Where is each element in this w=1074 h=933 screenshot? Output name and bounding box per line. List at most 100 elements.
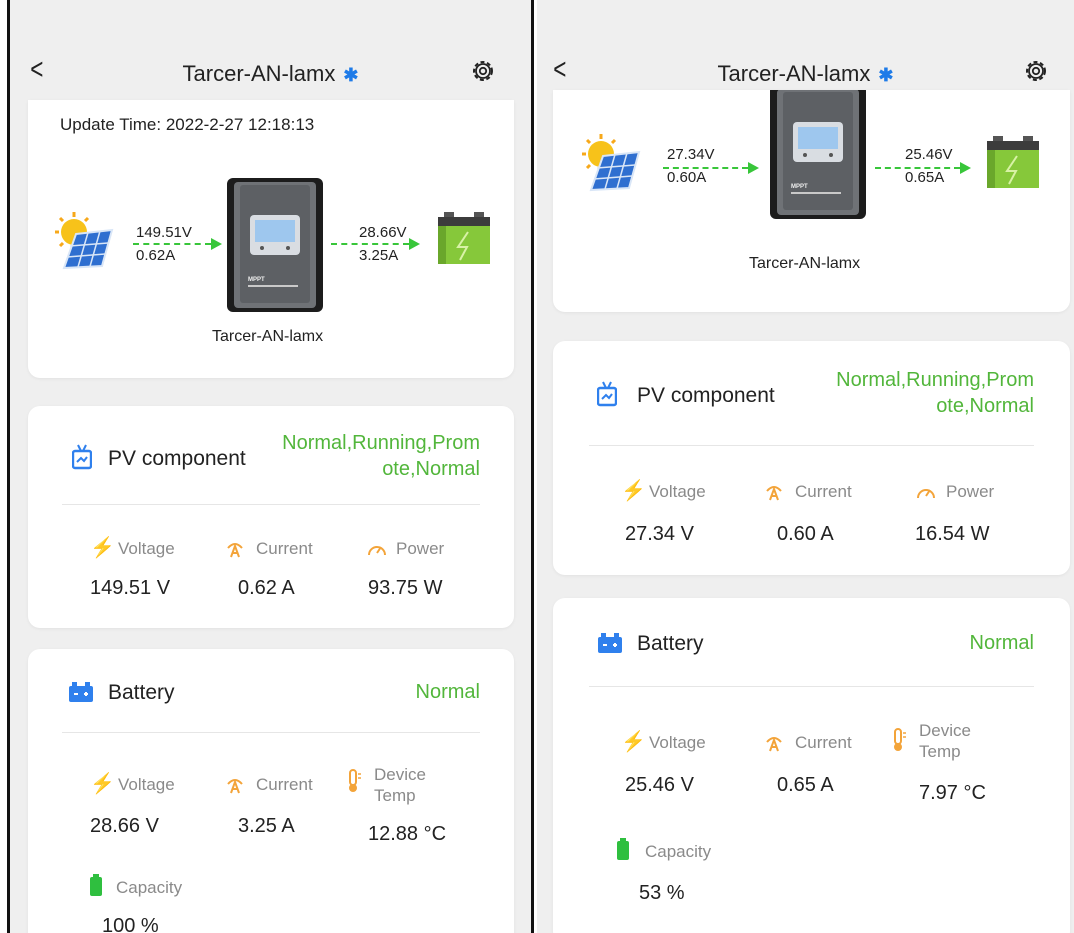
pv-current-value: 0.60 A <box>777 523 834 545</box>
pv-voltage-value: 149.51 V <box>90 577 171 599</box>
pv-status-line-2: ote,Normal <box>382 458 480 480</box>
device-temp-label-line-1: Device <box>374 765 426 784</box>
pv-separator <box>62 504 480 505</box>
current-icon <box>227 779 243 794</box>
pv-status-line-1: Normal,Running,Prom <box>836 369 1034 391</box>
pv-status-line-2: ote,Normal <box>936 395 1034 417</box>
pv-current-flow: 0.62A <box>136 247 176 264</box>
pv-status: Normal,Running,Prom ote,Normal <box>282 430 480 482</box>
pv-component-card: PV component Normal,Running,Prom ote,Nor… <box>28 406 514 628</box>
bluetooth-icon: ✱ <box>878 65 894 85</box>
capacity-label: Capacity <box>645 842 712 861</box>
battery-current-label: Current <box>256 775 313 794</box>
battery-current-value: 3.25 A <box>238 815 295 837</box>
solar-panel-icon <box>582 134 641 192</box>
pv-separator <box>589 445 1034 446</box>
device-temp-label: Device Temp <box>374 764 426 806</box>
pv-current-value: 0.62 A <box>238 577 295 599</box>
current-icon <box>766 737 782 752</box>
gear-icon[interactable] <box>1023 58 1049 84</box>
device-temp-label-line-2: Temp <box>919 742 961 761</box>
battery-flow-arrowhead <box>409 238 420 250</box>
capacity-label: Capacity <box>116 878 183 897</box>
pv-voltage-flow: 27.34V <box>667 146 715 163</box>
battery-voltage-label: Voltage <box>118 775 175 794</box>
pv-voltage-value: 27.34 V <box>625 523 694 545</box>
battery-flow-arrowhead <box>960 162 971 174</box>
lightning-icon: ⚡ <box>90 537 115 559</box>
right-phone-screen: 27.34V 0.60A MPPT Tarcer-AN-lamx 25.46V … <box>537 0 1074 933</box>
svg-text:MPPT: MPPT <box>248 277 265 283</box>
pv-current-label: Current <box>795 482 852 501</box>
update-time: Update Time: 2022-2-27 12:18:13 <box>60 115 315 134</box>
thermometer-icon <box>349 769 361 792</box>
capacity-value: 53 % <box>639 882 685 904</box>
device-temp-label-line-2: Temp <box>374 786 416 805</box>
gear-icon[interactable] <box>470 58 496 84</box>
device-title: Tarcer-AN-lamx <box>717 61 871 86</box>
device-title: Tarcer-AN-lamx <box>182 61 336 86</box>
battery-current-flow: 3.25A <box>359 247 399 264</box>
pv-voltage-flow: 149.51V <box>136 224 192 241</box>
device-temp-label: Device Temp <box>919 720 971 762</box>
pv-component-icon <box>72 444 92 470</box>
screen-divider <box>531 0 534 933</box>
lightning-icon: ⚡ <box>621 731 646 753</box>
pv-flow-arrowhead <box>211 238 222 250</box>
current-icon <box>227 543 243 558</box>
battery-card: Battery Normal ⚡ Voltage Current Device … <box>28 649 514 933</box>
battery-section-icon <box>69 682 93 702</box>
pv-current-label: Current <box>256 539 313 558</box>
mppt-controller-icon: MPPT <box>770 90 866 219</box>
pv-status: Normal,Running,Prom ote,Normal <box>836 367 1034 419</box>
controller-name: Tarcer-AN-lamx <box>212 328 324 345</box>
pv-voltage-label: Voltage <box>649 482 706 501</box>
controller-name: Tarcer-AN-lamx <box>749 255 861 272</box>
battery-icon <box>987 136 1039 188</box>
solar-panel-icon <box>55 212 114 270</box>
pv-component-title: PV component <box>637 384 775 407</box>
device-temp-value: 7.97 °C <box>919 782 986 804</box>
battery-status: Normal <box>415 681 480 703</box>
nav-title: Tarcer-AN-lamx ✱ <box>537 61 1074 87</box>
pv-component-title: PV component <box>108 447 246 470</box>
battery-icon <box>438 212 490 264</box>
battery-level-icon <box>617 838 629 860</box>
battery-current-label: Current <box>795 733 852 752</box>
svg-text:MPPT: MPPT <box>791 184 808 190</box>
energy-flow-card: Update Time: 2022-2-27 12:18:13 149.51V … <box>28 100 514 378</box>
pv-power-label: Power <box>396 539 445 558</box>
battery-separator <box>62 732 480 733</box>
current-icon <box>766 486 782 501</box>
left-phone-screen: < Tarcer-AN-lamx ✱ Update Time: 2022-2-27… <box>10 0 531 933</box>
nav-title: Tarcer-AN-lamx ✱ <box>10 61 531 87</box>
battery-voltage-value: 28.66 V <box>90 815 159 837</box>
lightning-icon: ⚡ <box>621 480 646 502</box>
battery-title: Battery <box>108 681 175 704</box>
pv-voltage-label: Voltage <box>118 539 175 558</box>
pv-component-icon <box>597 381 617 407</box>
gauge-icon <box>917 489 935 499</box>
pv-component-card: PV component Normal,Running,Prom ote,Nor… <box>553 341 1070 575</box>
energy-flow-card: 27.34V 0.60A MPPT Tarcer-AN-lamx 25.46V … <box>553 90 1070 312</box>
battery-voltage-flow: 25.46V <box>905 146 953 163</box>
battery-voltage-label: Voltage <box>649 733 706 752</box>
device-temp-label-line-1: Device <box>919 721 971 740</box>
thermometer-icon <box>894 728 906 751</box>
mppt-controller-icon: MPPT <box>227 178 323 312</box>
pv-power-label: Power <box>946 482 995 501</box>
battery-level-icon <box>90 874 102 896</box>
battery-status: Normal <box>969 632 1034 654</box>
pv-current-flow: 0.60A <box>667 169 707 186</box>
lightning-icon: ⚡ <box>90 773 115 795</box>
nav-bar: < Tarcer-AN-lamx ✱ <box>537 0 1074 100</box>
battery-voltage-value: 25.46 V <box>625 774 694 796</box>
pv-flow-arrowhead <box>748 162 759 174</box>
pv-power-value: 16.54 W <box>915 523 990 545</box>
gauge-icon <box>368 546 386 556</box>
pv-power-value: 93.75 W <box>368 577 443 599</box>
device-temp-value: 12.88 °C <box>368 823 447 845</box>
pv-status-line-1: Normal,Running,Prom <box>282 432 480 454</box>
nav-bar: < Tarcer-AN-lamx ✱ <box>10 0 531 103</box>
battery-current-value: 0.65 A <box>777 774 834 796</box>
